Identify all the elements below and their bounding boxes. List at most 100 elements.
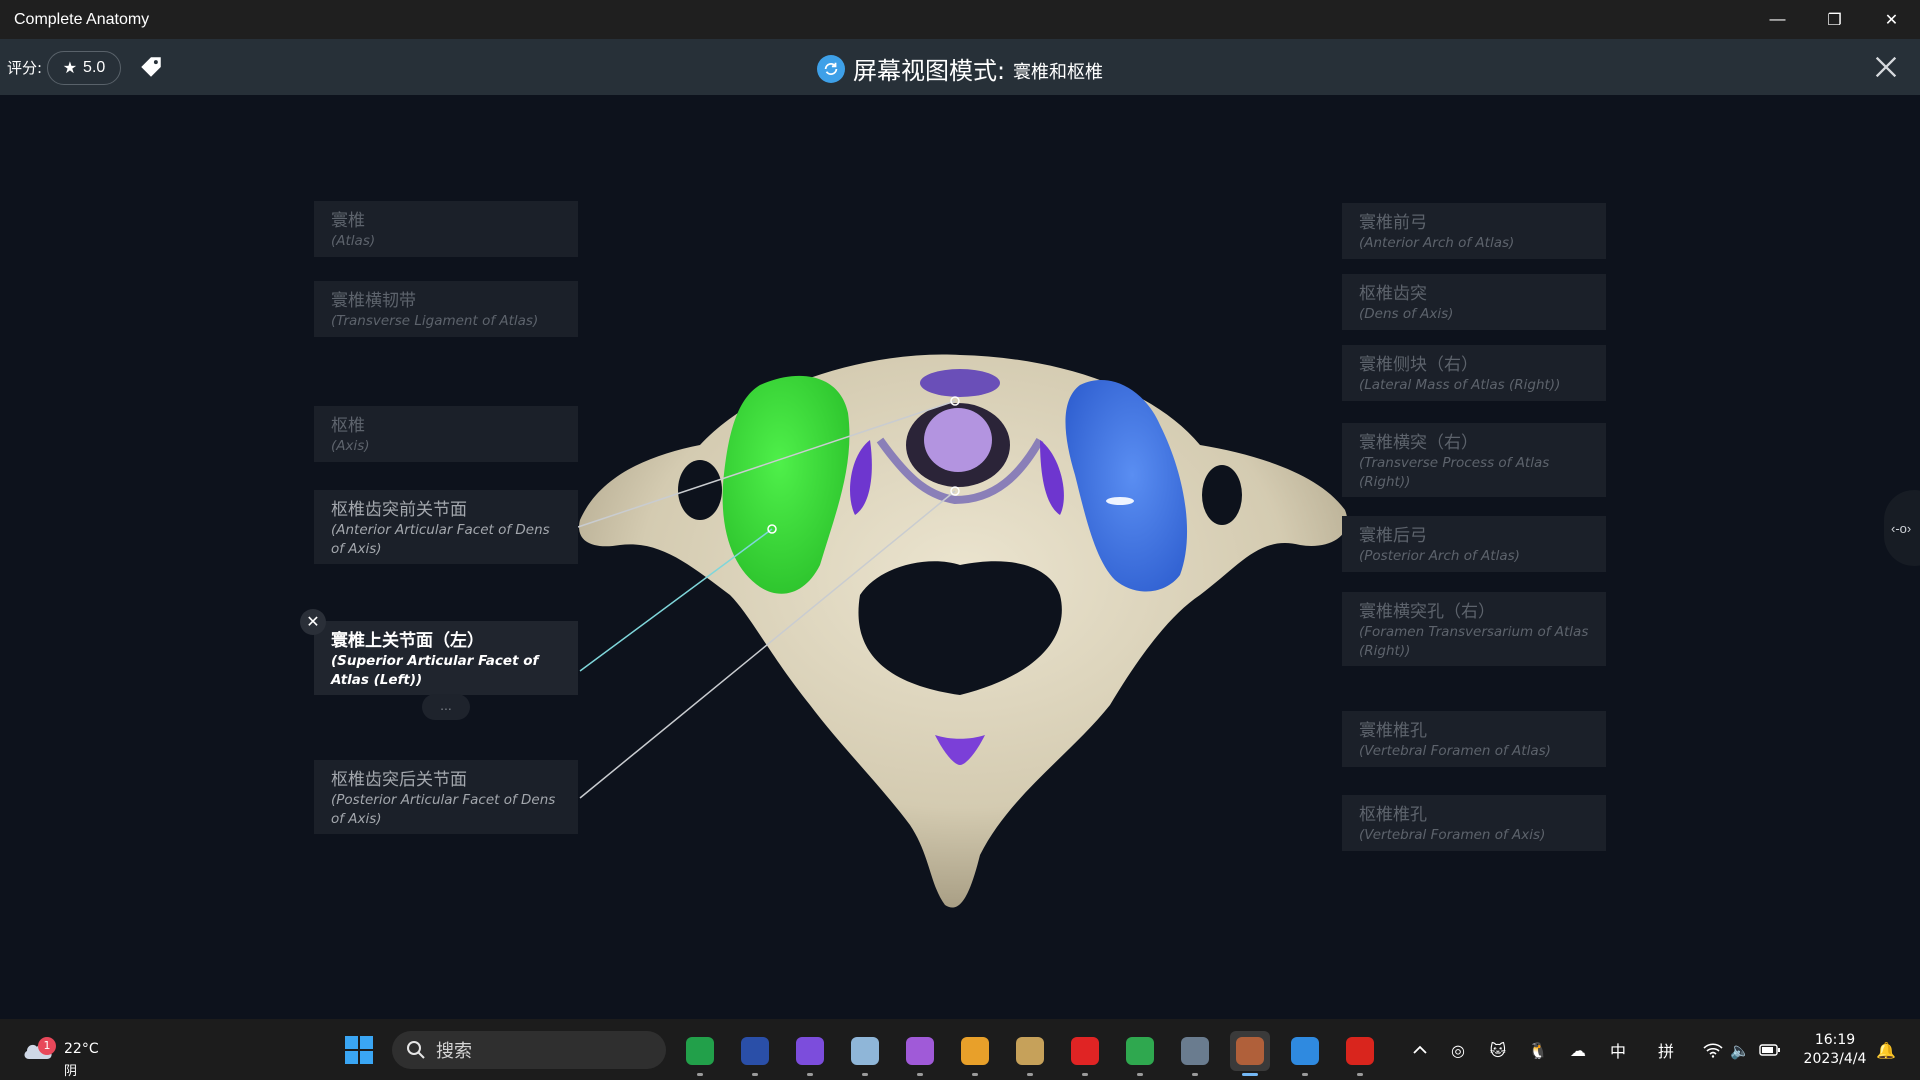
- window-titlebar: Complete Anatomy — ❐ ✕: [0, 0, 1920, 39]
- label-en: (Transverse Process of Atlas (Right)): [1359, 455, 1550, 490]
- label-lateral-mass-right[interactable]: 寰椎侧块（右） (Lateral Mass of Atlas (Right)): [1342, 345, 1606, 401]
- qq-tray-icon[interactable]: 🐧: [1524, 1037, 1552, 1063]
- app-glyph: [1126, 1037, 1154, 1065]
- weather-condition: 阴: [64, 1064, 78, 1079]
- label-anterior-arch-atlas[interactable]: 寰椎前弓 (Anterior Arch of Atlas): [1342, 203, 1606, 259]
- atlas-axis-model[interactable]: [0, 95, 1920, 1019]
- label-foramen-transversarium-right[interactable]: 寰椎横突孔（右） (Foramen Transversarium of Atla…: [1342, 592, 1606, 666]
- label-en: (Dens of Axis): [1359, 306, 1454, 322]
- label-cn: 寰椎横突孔（右）: [1359, 602, 1495, 622]
- ime-mode-indicator[interactable]: 拼: [1652, 1037, 1680, 1063]
- mode-label: 屏幕视图模式:: [852, 57, 1006, 85]
- running-indicator: [752, 1073, 758, 1076]
- running-indicator: [862, 1073, 868, 1076]
- weather-temperature: 22°C: [64, 1041, 99, 1057]
- g-hub-icon[interactable]: [955, 1031, 995, 1076]
- label-more-button[interactable]: ...: [422, 694, 470, 720]
- wifi-icon[interactable]: [1700, 1037, 1726, 1063]
- running-indicator: [807, 1073, 813, 1076]
- volume-icon[interactable]: 🔈: [1728, 1037, 1752, 1063]
- cat-game-icon[interactable]: [735, 1031, 775, 1076]
- label-cn: 枢椎齿突: [1359, 284, 1427, 304]
- search-placeholder: 搜索: [436, 1041, 472, 1062]
- label-posterior-articular-facet-dens[interactable]: 枢椎齿突后关节面 (Posterior Articular Facet of D…: [314, 760, 578, 834]
- settings-icon[interactable]: [1175, 1031, 1215, 1076]
- minimize-button[interactable]: —: [1749, 0, 1806, 39]
- label-vertebral-foramen-atlas[interactable]: 寰椎椎孔 (Vertebral Foramen of Atlas): [1342, 711, 1606, 767]
- clock-date: 2023/4/4: [1803, 1051, 1867, 1067]
- label-en: (Posterior Articular Facet of Dens of Ax…: [331, 792, 556, 827]
- weather-widget[interactable]: 1 22°C 阴: [20, 1029, 110, 1079]
- label-superior-articular-facet-left[interactable]: 寰椎上关节面（左） (Superior Articular Facet of A…: [314, 621, 578, 695]
- sync-icon: [816, 54, 845, 83]
- label-en: (Vertebral Foramen of Axis): [1359, 827, 1546, 843]
- complete-anatomy-icon[interactable]: [1230, 1031, 1270, 1076]
- label-cn: 寰椎上关节面（左）: [331, 631, 484, 651]
- app-glyph: [906, 1037, 934, 1065]
- label-cn: 枢椎椎孔: [1359, 805, 1427, 825]
- label-cn: 枢椎齿突后关节面: [331, 770, 467, 790]
- app-glyph: [961, 1037, 989, 1065]
- label-cn: 寰椎横韧带: [331, 291, 416, 311]
- label-en: (Vertebral Foramen of Atlas): [1359, 743, 1551, 759]
- maximize-button[interactable]: ❐: [1806, 0, 1863, 39]
- running-indicator: [1242, 1073, 1258, 1076]
- acrobat-icon[interactable]: [1340, 1031, 1380, 1076]
- label-cn: 寰椎侧块（右）: [1359, 355, 1478, 375]
- spreadsheet-app-icon[interactable]: [680, 1031, 720, 1076]
- netease-music-icon[interactable]: [1065, 1031, 1105, 1076]
- label-anterior-articular-facet-dens[interactable]: 枢椎齿突前关节面 (Anterior Articular Facet of De…: [314, 490, 578, 564]
- clock-time: 16:19: [1814, 1032, 1856, 1048]
- label-en: (Lateral Mass of Atlas (Right)): [1359, 377, 1561, 393]
- app-glyph: [1016, 1037, 1044, 1065]
- app-glyph: [741, 1037, 769, 1065]
- app-glyph: [686, 1037, 714, 1065]
- weather-badge: 1: [38, 1037, 56, 1055]
- label-cn: 寰椎: [331, 211, 365, 231]
- label-cn: 寰椎横突（右）: [1359, 433, 1478, 453]
- obsidian-icon[interactable]: [790, 1031, 830, 1076]
- label-en: (Anterior Arch of Atlas): [1359, 235, 1515, 251]
- chrome-icon[interactable]: [1120, 1031, 1160, 1076]
- running-indicator: [1357, 1073, 1363, 1076]
- label-transverse-process-right[interactable]: 寰椎横突（右） (Transverse Process of Atlas (Ri…: [1342, 423, 1606, 497]
- anterior-arch: [920, 369, 1000, 397]
- label-cn: 寰椎前弓: [1359, 213, 1427, 233]
- league-icon[interactable]: [1010, 1031, 1050, 1076]
- running-indicator: [1302, 1073, 1308, 1076]
- anatomy-viewport[interactable]: 寰椎 (Atlas) 寰椎横韧带 (Transverse Ligament of…: [0, 95, 1920, 1019]
- specular-highlight: [1106, 497, 1134, 505]
- start-button[interactable]: [345, 1036, 373, 1064]
- notification-bell-icon[interactable]: 🔔: [1874, 1037, 1898, 1063]
- label-en: (Superior Articular Facet of Atlas (Left…: [331, 653, 539, 688]
- screenshot-tool-icon[interactable]: ◎: [1444, 1037, 1472, 1063]
- battery-icon[interactable]: [1756, 1037, 1784, 1063]
- window-close-button[interactable]: ✕: [1863, 0, 1920, 39]
- app-header: 评分: ★ 5.0 屏幕视图模式: 寰椎和枢椎: [0, 39, 1920, 95]
- cat-tray-icon[interactable]: 🐱: [1484, 1037, 1512, 1063]
- onedrive-icon[interactable]: ☁: [1564, 1037, 1592, 1063]
- chevron-up-icon[interactable]: [1406, 1037, 1434, 1063]
- label-en: (Axis): [331, 438, 370, 454]
- app-title: Complete Anatomy: [14, 10, 150, 28]
- planet-app-icon[interactable]: [900, 1031, 940, 1076]
- dens-of-axis: [924, 408, 992, 472]
- app-glyph: [851, 1037, 879, 1065]
- label-cn: 寰椎后弓: [1359, 526, 1427, 546]
- app-glyph: [796, 1037, 824, 1065]
- notepad-icon[interactable]: [845, 1031, 885, 1076]
- remote-desktop-icon[interactable]: [1285, 1031, 1325, 1076]
- label-cn: 枢椎: [331, 416, 365, 436]
- label-transverse-ligament[interactable]: 寰椎横韧带 (Transverse Ligament of Atlas): [314, 281, 578, 337]
- label-atlas[interactable]: 寰椎 (Atlas): [314, 201, 578, 257]
- label-dens-of-axis[interactable]: 枢椎齿突 (Dens of Axis): [1342, 274, 1606, 330]
- label-posterior-arch-atlas[interactable]: 寰椎后弓 (Posterior Arch of Atlas): [1342, 516, 1606, 572]
- label-close-button[interactable]: ✕: [300, 609, 326, 635]
- app-glyph: [1236, 1037, 1264, 1065]
- label-vertebral-foramen-axis[interactable]: 枢椎椎孔 (Vertebral Foramen of Axis): [1342, 795, 1606, 851]
- taskbar-search[interactable]: 搜索: [392, 1031, 666, 1069]
- taskbar-clock[interactable]: 16:19 2023/4/4: [1796, 1031, 1874, 1069]
- ime-language-indicator[interactable]: 中: [1604, 1037, 1632, 1063]
- label-axis[interactable]: 枢椎 (Axis): [314, 406, 578, 462]
- close-screen-mode-icon[interactable]: [1872, 53, 1900, 81]
